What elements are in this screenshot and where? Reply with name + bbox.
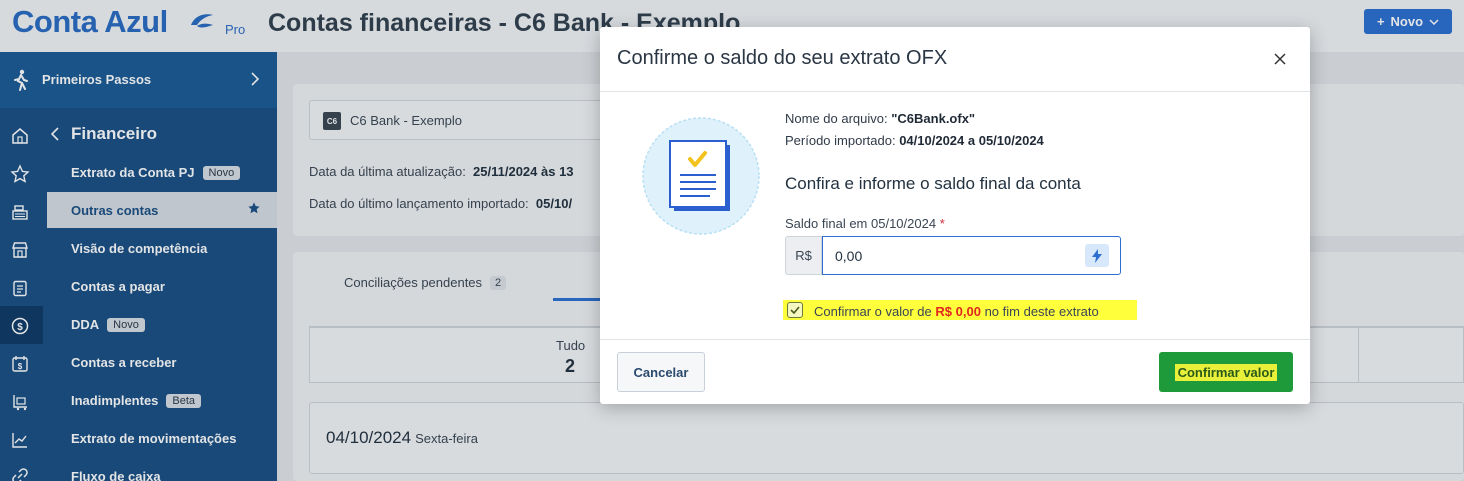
confirm-value-label: Confirmar valor <box>1174 363 1278 381</box>
document-check-illustration <box>642 117 760 235</box>
period-value: 04/10/2024 a 05/10/2024 <box>899 133 1044 148</box>
auto-fill-button[interactable] <box>1085 244 1109 267</box>
period-label: Período importado: <box>785 133 896 148</box>
field-label-text: Saldo final em 05/10/2024 <box>785 216 937 231</box>
file-name-row: Nome do arquivo: "C6Bank.ofx" <box>785 111 975 126</box>
file-label: Nome do arquivo: <box>785 111 888 126</box>
required-marker: * <box>939 216 945 231</box>
check-icon <box>790 306 800 314</box>
currency-prefix: R$ <box>785 236 822 275</box>
close-button[interactable] <box>1271 51 1289 69</box>
modal-title: Confirme o saldo do seu extrato OFX <box>617 47 948 69</box>
final-balance-input[interactable] <box>822 236 1121 275</box>
final-balance-field: R$ <box>785 236 1121 275</box>
cancel-button[interactable]: Cancelar <box>617 352 705 392</box>
period-row: Período importado: 04/10/2024 a 05/10/20… <box>785 133 1044 148</box>
confirm-balance-modal: Confirme o saldo do seu extrato OFX Nome… <box>600 27 1310 404</box>
lightning-icon <box>1092 248 1102 263</box>
modal-header-divider <box>600 91 1310 92</box>
modal-subtitle: Confira e informe o saldo final da conta <box>785 174 1081 193</box>
close-icon <box>1274 52 1286 65</box>
file-value: "C6Bank.ofx" <box>891 111 976 126</box>
modal-footer-divider <box>600 339 1310 340</box>
confirm-text-after: no fim deste extrato <box>984 304 1099 319</box>
confirm-value-checkbox-row[interactable]: Confirmar o valor de R$ 0,00 no fim dest… <box>783 300 1137 320</box>
confirm-value-button[interactable]: Confirmar valor <box>1159 352 1293 392</box>
confirm-text-before: Confirmar o valor de <box>814 304 932 319</box>
confirm-amount: R$ 0,00 <box>935 304 981 319</box>
confirm-checkbox[interactable] <box>787 302 803 318</box>
final-balance-label: Saldo final em 05/10/2024 * <box>785 216 945 231</box>
confirm-checkbox-label: Confirmar o valor de R$ 0,00 no fim dest… <box>814 304 1099 319</box>
